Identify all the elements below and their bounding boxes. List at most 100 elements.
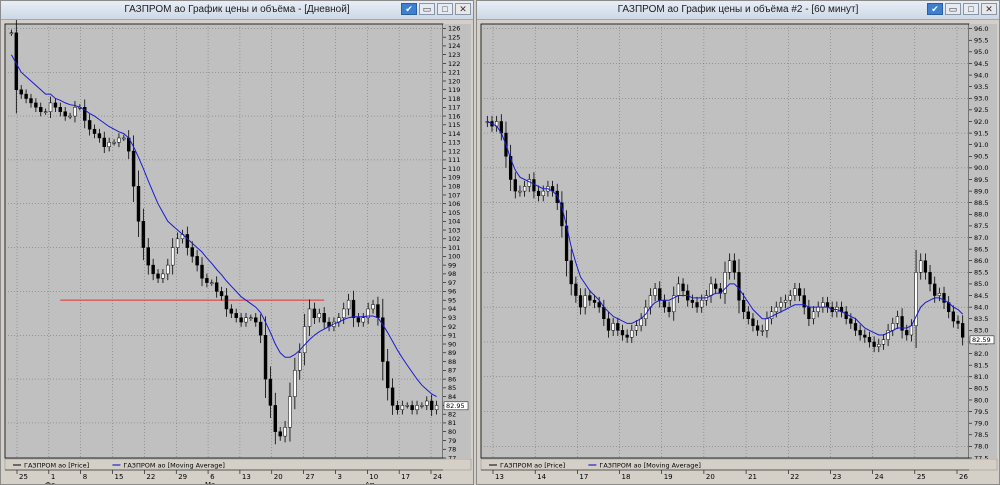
candle-body [102, 137, 107, 147]
candle-body [732, 260, 736, 273]
candle-body [844, 311, 848, 319]
minimize-button[interactable]: ▭ [945, 3, 961, 15]
candle-body [48, 102, 53, 112]
legend-entry: ГАЗПРОМ ао [Price] [500, 462, 565, 470]
candle-body [714, 283, 718, 289]
y-tick-label: 91.5 [974, 129, 988, 137]
y-tick-label: 81.0 [974, 373, 988, 381]
candle-body [597, 302, 601, 308]
y-tick-label: 124 [448, 42, 460, 50]
legend-entry: ГАЗПРОМ ао [Price] [24, 462, 89, 470]
window-titlebar[interactable]: ГАЗПРОМ ао График цены и объёма #2 - [60… [477, 1, 999, 20]
last-price-label: 82.95 [446, 402, 465, 410]
y-tick-label: 102 [448, 235, 460, 243]
x-tick-label: 19 [664, 473, 673, 481]
x-tick-label: 20 [706, 473, 715, 481]
candle-body [578, 295, 583, 308]
x-tick-label: 25 [19, 473, 28, 481]
y-tick-label: 90 [448, 340, 456, 348]
candle-body [662, 299, 667, 308]
candle-body [9, 32, 14, 35]
y-tick-label: 112 [448, 147, 460, 155]
x-tick-label: 25 [917, 473, 926, 481]
x-tick-label: 24 [875, 473, 884, 481]
y-tick-label: 80 [448, 428, 456, 436]
candle-body [63, 111, 67, 117]
y-tick-label: 79 [448, 437, 456, 445]
candle-body [807, 306, 811, 319]
y-tick-label: 88.0 [974, 211, 988, 219]
candle-body [853, 323, 858, 331]
y-tick-label: 110 [448, 165, 460, 173]
candle-body [658, 288, 662, 301]
candle-body [863, 334, 867, 338]
candle-body [527, 179, 531, 187]
candle-body [351, 299, 356, 318]
y-tick-label: 78.5 [974, 431, 988, 439]
candle-body [263, 335, 268, 380]
candle-body [107, 142, 111, 147]
candle-body [620, 330, 625, 336]
y-tick-label: 80.5 [974, 385, 988, 393]
y-tick-label: 80.0 [974, 396, 988, 404]
y-tick-label: 100 [448, 253, 460, 261]
candle-body [361, 317, 365, 323]
candle-body [821, 302, 825, 308]
y-tick-label: 85.5 [974, 269, 988, 277]
candle-body [356, 317, 361, 323]
candle-body [905, 330, 909, 336]
candle-body [400, 405, 405, 411]
close-button[interactable]: ✕ [981, 3, 997, 15]
candle-body [390, 387, 395, 406]
candle-body [34, 102, 38, 108]
daily-price-chart: 1261251241231221211201191181171161151141… [4, 20, 472, 484]
y-tick-label: 86.5 [974, 245, 988, 253]
y-tick-label: 107 [448, 191, 460, 199]
candle-body [769, 311, 774, 319]
y-tick-label: 83.5 [974, 315, 988, 323]
y-tick-label: 93.5 [974, 83, 988, 91]
candle-body [919, 260, 923, 273]
y-tick-label: 79.0 [974, 419, 988, 427]
candle-body [788, 295, 792, 301]
y-tick-label: 105 [448, 209, 460, 217]
candle-body [709, 283, 713, 296]
chart-window-hourly: ГАЗПРОМ ао График цены и объёма #2 - [60… [476, 0, 1000, 485]
candle-body [872, 341, 876, 347]
candle-body [793, 288, 797, 296]
candle-body [410, 405, 414, 411]
pin-icon[interactable]: ✔ [927, 3, 943, 15]
y-tick-label: 89.0 [974, 187, 988, 195]
pin-icon[interactable]: ✔ [401, 3, 417, 15]
y-tick-label: 85 [448, 384, 456, 392]
window-titlebar[interactable]: ГАЗПРОМ ао График цены и объёма - [Дневн… [1, 1, 473, 20]
candle-body [200, 264, 204, 279]
close-button[interactable]: ✕ [455, 3, 471, 15]
candle-body [867, 337, 872, 343]
candle-body [87, 120, 92, 130]
candle-body [224, 295, 229, 310]
last-price-label: 82.59 [972, 336, 991, 344]
y-tick-label: 86.0 [974, 257, 988, 265]
candle-body [425, 400, 429, 406]
candle-body [53, 102, 58, 108]
candle-body [639, 318, 643, 326]
candle-body [141, 221, 146, 248]
maximize-button[interactable]: □ [963, 3, 979, 15]
candle-body [415, 405, 419, 411]
maximize-button[interactable]: □ [437, 3, 453, 15]
plot-area [480, 23, 970, 459]
plot-area [4, 23, 444, 459]
candle-body [737, 272, 741, 301]
candle-body [214, 282, 219, 292]
month-label: Ма [205, 481, 215, 484]
y-tick-label: 93 [448, 314, 456, 322]
candle-body [278, 431, 282, 437]
y-tick-label: 79.5 [974, 408, 988, 416]
candle-body [161, 273, 165, 279]
candle-body [210, 282, 214, 284]
y-tick-label: 92.0 [974, 118, 988, 126]
y-tick-label: 87 [448, 367, 456, 375]
candle-body [895, 316, 900, 324]
minimize-button[interactable]: ▭ [419, 3, 435, 15]
